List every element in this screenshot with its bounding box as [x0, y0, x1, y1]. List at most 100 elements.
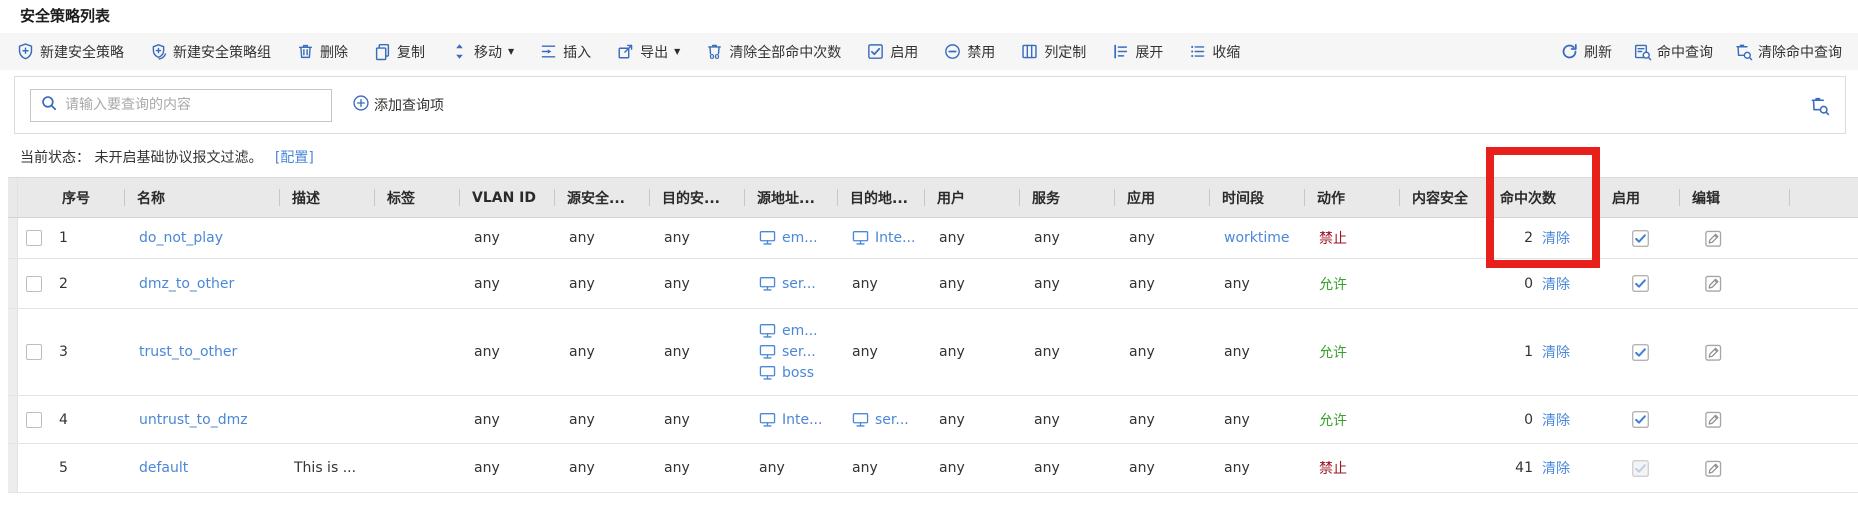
column-header-app: 应用 [1115, 178, 1210, 217]
toolbar-button-disable[interactable]: 禁用 [943, 42, 995, 62]
edit-button[interactable] [1704, 410, 1723, 429]
toolbar-button-collapse[interactable]: 收缩 [1188, 42, 1240, 62]
expand-icon [1111, 42, 1130, 61]
cell-gutter [8, 259, 18, 308]
schedule-link[interactable]: worktime [1224, 230, 1290, 246]
cell-schedule: any [1210, 396, 1305, 443]
search-input[interactable] [65, 97, 322, 113]
toolbar-button-label: 清除全部命中次数 [729, 42, 841, 62]
address-object-link[interactable]: ser... [759, 276, 816, 292]
cell-content-security [1400, 444, 1488, 492]
cell-service: any [1020, 309, 1115, 395]
toolbar-button-new-policy[interactable]: 新建安全策略 [16, 42, 124, 62]
edit-button[interactable] [1704, 459, 1723, 478]
toolbar-button-enable[interactable]: 启用 [866, 42, 918, 62]
hit-count-value: 0 [1524, 412, 1533, 428]
row-select-checkbox[interactable] [26, 230, 42, 246]
cell-tag [375, 259, 460, 308]
toolbar-button-label: 新建安全策略 [40, 42, 124, 62]
schedule-value: any [1224, 460, 1250, 476]
shield-plus-icon [16, 42, 35, 61]
cell-seq-number: 2 [50, 259, 125, 308]
toolbar-button-export[interactable]: 导出▼ [616, 42, 680, 62]
cell-enable [1600, 444, 1680, 492]
column-header-gutter [8, 178, 18, 217]
clear-hits-icon: 00 [705, 42, 724, 61]
address-object-link[interactable]: Inte... [852, 230, 915, 246]
policy-table: 序号名称描述标签VLAN ID源安全...目的安...源地址...目的地...用… [8, 177, 1858, 493]
clear-hits-link[interactable]: 清除 [1542, 458, 1570, 478]
enable-checkbox[interactable] [1631, 274, 1650, 293]
table-body: 1do_not_playanyanyanyem...Inte...anyanya… [8, 218, 1858, 493]
row-select-checkbox[interactable] [26, 344, 42, 360]
toolbar-button-insert[interactable]: 插入 [539, 42, 591, 62]
svg-text:00: 00 [710, 52, 720, 61]
edit-button[interactable] [1704, 229, 1723, 248]
enable-checkbox[interactable] [1631, 343, 1650, 362]
address-any-value: any [759, 460, 785, 476]
policy-row-do_not_play: 1do_not_playanyanyanyem...Inte...anyanya… [8, 218, 1858, 259]
toolbar-button-clear-all-hits[interactable]: 00 清除全部命中次数 [705, 42, 841, 62]
enable-checkbox[interactable] [1631, 229, 1650, 248]
column-header-tag: 标签 [375, 178, 460, 217]
toolbar-button-label: 移动 [474, 42, 502, 62]
column-header-user: 用户 [925, 178, 1020, 217]
caret-down-icon: ▼ [508, 47, 514, 56]
cell-src-zone: any [555, 218, 650, 258]
toolbar-button-label: 收缩 [1212, 42, 1240, 62]
clear-hits-link[interactable]: 清除 [1542, 342, 1570, 362]
edit-button[interactable] [1704, 343, 1723, 362]
cell-enable [1600, 259, 1680, 308]
toolbar-left: 新建安全策略 新建安全策略组 删除 复制 移动 ▼ 插入 导出▼ 00 清除全部命中次数 启用 禁用 列… [16, 42, 1240, 62]
policy-row-untrust_to_dmz: 4untrust_to_dmzanyanyanyInte...ser...any… [8, 396, 1858, 444]
address-object-link[interactable]: em... [759, 323, 818, 339]
toolbar-button-new-policy-group[interactable]: 新建安全策略组 [149, 42, 271, 62]
clear-hits-link[interactable]: 清除 [1542, 228, 1570, 248]
config-link[interactable]: [配置] [275, 150, 314, 166]
cell-vlan: any [460, 259, 555, 308]
cell-dst-zone: any [650, 259, 745, 308]
address-object-link[interactable]: Inte... [759, 412, 822, 428]
policy-name-link[interactable]: dmz_to_other [139, 276, 234, 292]
toolbar-button-column-customize[interactable]: 列定制 [1020, 42, 1086, 62]
move-icon [450, 42, 469, 61]
add-query-label: 添加查询项 [374, 95, 444, 115]
address-object-link[interactable]: ser... [852, 412, 909, 428]
toolbar-button-move[interactable]: 移动 ▼ [450, 42, 514, 62]
caret-down-icon: ▼ [674, 47, 680, 56]
policy-name-link[interactable]: do_not_play [139, 230, 223, 246]
cell-vlan: any [460, 444, 555, 492]
toolbar-button-clear-hit-query[interactable]: 清除命中查询 [1734, 42, 1842, 62]
toolbar-button-refresh[interactable]: 刷新 [1560, 42, 1612, 62]
status-text: 未开启基础协议报文过滤。 [94, 150, 262, 166]
address-object-link[interactable]: em... [759, 230, 818, 246]
toolbar-button-expand[interactable]: 展开 [1111, 42, 1163, 62]
cell-action: 允许 [1305, 396, 1400, 443]
toolbar-button-label: 刷新 [1584, 42, 1612, 62]
enable-checkbox [1631, 459, 1650, 478]
cell-vlan: any [460, 218, 555, 258]
address-object-link[interactable]: ser... [759, 344, 816, 360]
address-object-label: em... [782, 323, 818, 339]
enable-checkbox[interactable] [1631, 410, 1650, 429]
cell-dst-addr: any [838, 309, 925, 395]
search-section: 添加查询项 [14, 76, 1846, 134]
row-select-checkbox[interactable] [26, 412, 42, 428]
clear-search-query-button[interactable] [1809, 95, 1830, 116]
add-query-button[interactable]: 添加查询项 [352, 94, 444, 116]
address-object-label: Inte... [782, 412, 822, 428]
toolbar-button-hit-query[interactable]: 命中查询 [1633, 42, 1713, 62]
toolbar-button-delete[interactable]: 删除 [296, 42, 348, 62]
address-object-link[interactable]: boss [759, 365, 814, 381]
policy-name-link[interactable]: default [139, 460, 188, 476]
clear-hits-link[interactable]: 清除 [1542, 274, 1570, 294]
policy-name-link[interactable]: trust_to_other [139, 344, 237, 360]
toolbar-button-copy[interactable]: 复制 [373, 42, 425, 62]
column-header-seq: 序号 [50, 178, 125, 217]
policy-name-link[interactable]: untrust_to_dmz [139, 412, 248, 428]
edit-button[interactable] [1704, 274, 1723, 293]
clear-hits-link[interactable]: 清除 [1542, 410, 1570, 430]
row-select-checkbox[interactable] [26, 276, 42, 292]
cell-hit-count: 0 清除 [1488, 396, 1600, 443]
status-label: 当前状态： [20, 150, 90, 166]
